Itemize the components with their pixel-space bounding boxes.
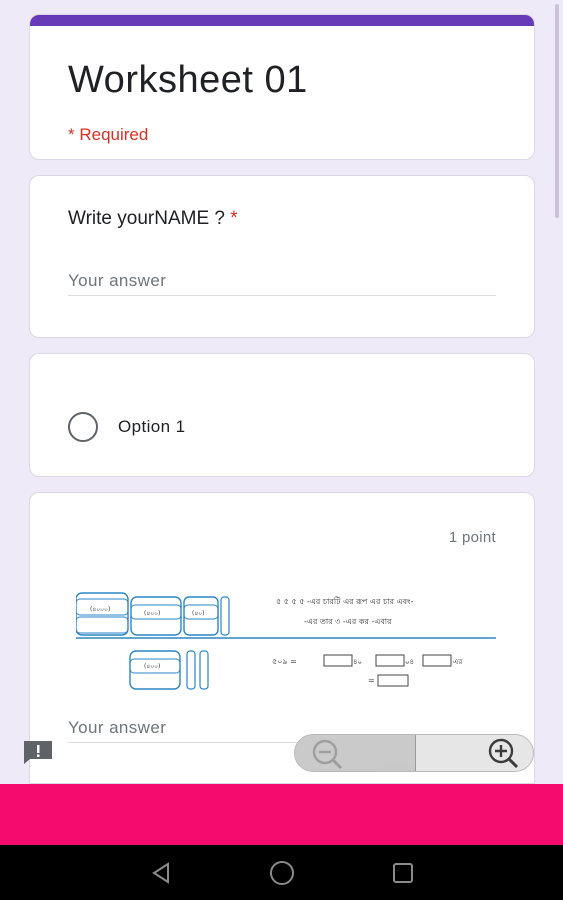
image-equation-bottom: =: [368, 676, 375, 685]
svg-text:(৪০০): (৪০০): [144, 663, 160, 670]
back-triangle-icon: [151, 861, 169, 884]
nav-recents-button[interactable]: [373, 853, 433, 893]
zoom-control: [294, 734, 534, 772]
required-star: *: [230, 208, 238, 229]
question-card-name: Write yourNAME ? *: [29, 175, 535, 338]
required-note: * Required: [68, 125, 149, 144]
image-equation-left: ৫০৯ =: [272, 657, 297, 666]
zoom-in-icon: [488, 738, 519, 769]
radio-option-1[interactable]: Option 1: [68, 412, 185, 442]
radio-button[interactable]: [68, 412, 98, 442]
question-card-options: Option 1: [29, 353, 535, 477]
zoom-out-button[interactable]: [295, 735, 416, 771]
system-navigation-bar: [0, 845, 563, 900]
points-label: 1 point: [448, 529, 496, 546]
zoom-out-icon: [312, 739, 343, 770]
form-page: Worksheet 01 * Required Write yourNAME ?…: [0, 0, 563, 900]
image-text-top-2: -এর তার ৩ -এর কর -এবার: [304, 617, 392, 626]
image-text-top-1: ৫ ৫ ৫ ৫ -এর চারটি এর রূপ এর চার এবং-: [276, 596, 414, 606]
svg-text:(৪০০): (৪০০): [144, 610, 160, 617]
answer-field-container: [68, 266, 496, 296]
question-title-text: Write yourNAME ?: [68, 208, 225, 229]
svg-text:০৪: ০৪: [405, 658, 414, 666]
recents-square-icon: [392, 862, 413, 883]
form-title: Worksheet 01: [68, 59, 308, 101]
name-answer-input[interactable]: [68, 266, 496, 295]
option-label: Option 1: [118, 417, 186, 436]
feedback-icon[interactable]: [22, 739, 54, 765]
bottom-color-bar: [0, 784, 563, 845]
zoom-in-button[interactable]: [416, 735, 533, 771]
nav-home-button[interactable]: [252, 853, 312, 893]
svg-text:৪০: ৪০: [353, 658, 362, 666]
header-accent-bar: [30, 15, 534, 26]
svg-text:(৪০০০): (৪০০০): [90, 606, 110, 613]
nav-back-button[interactable]: [131, 853, 191, 893]
scrollbar-thumb[interactable]: [555, 4, 559, 218]
svg-text:এর: এর: [453, 658, 462, 666]
svg-text:(৪০): (৪০): [192, 610, 204, 617]
form-header-card: Worksheet 01 * Required: [29, 14, 535, 160]
question-image: (৪০০০) (৪০০) (৪০) ৫ ৫ ৫ ৫ -এর চারটি এর র…: [76, 592, 496, 690]
question-title: Write yourNAME ? *: [68, 208, 238, 230]
home-circle-icon: [269, 860, 294, 885]
